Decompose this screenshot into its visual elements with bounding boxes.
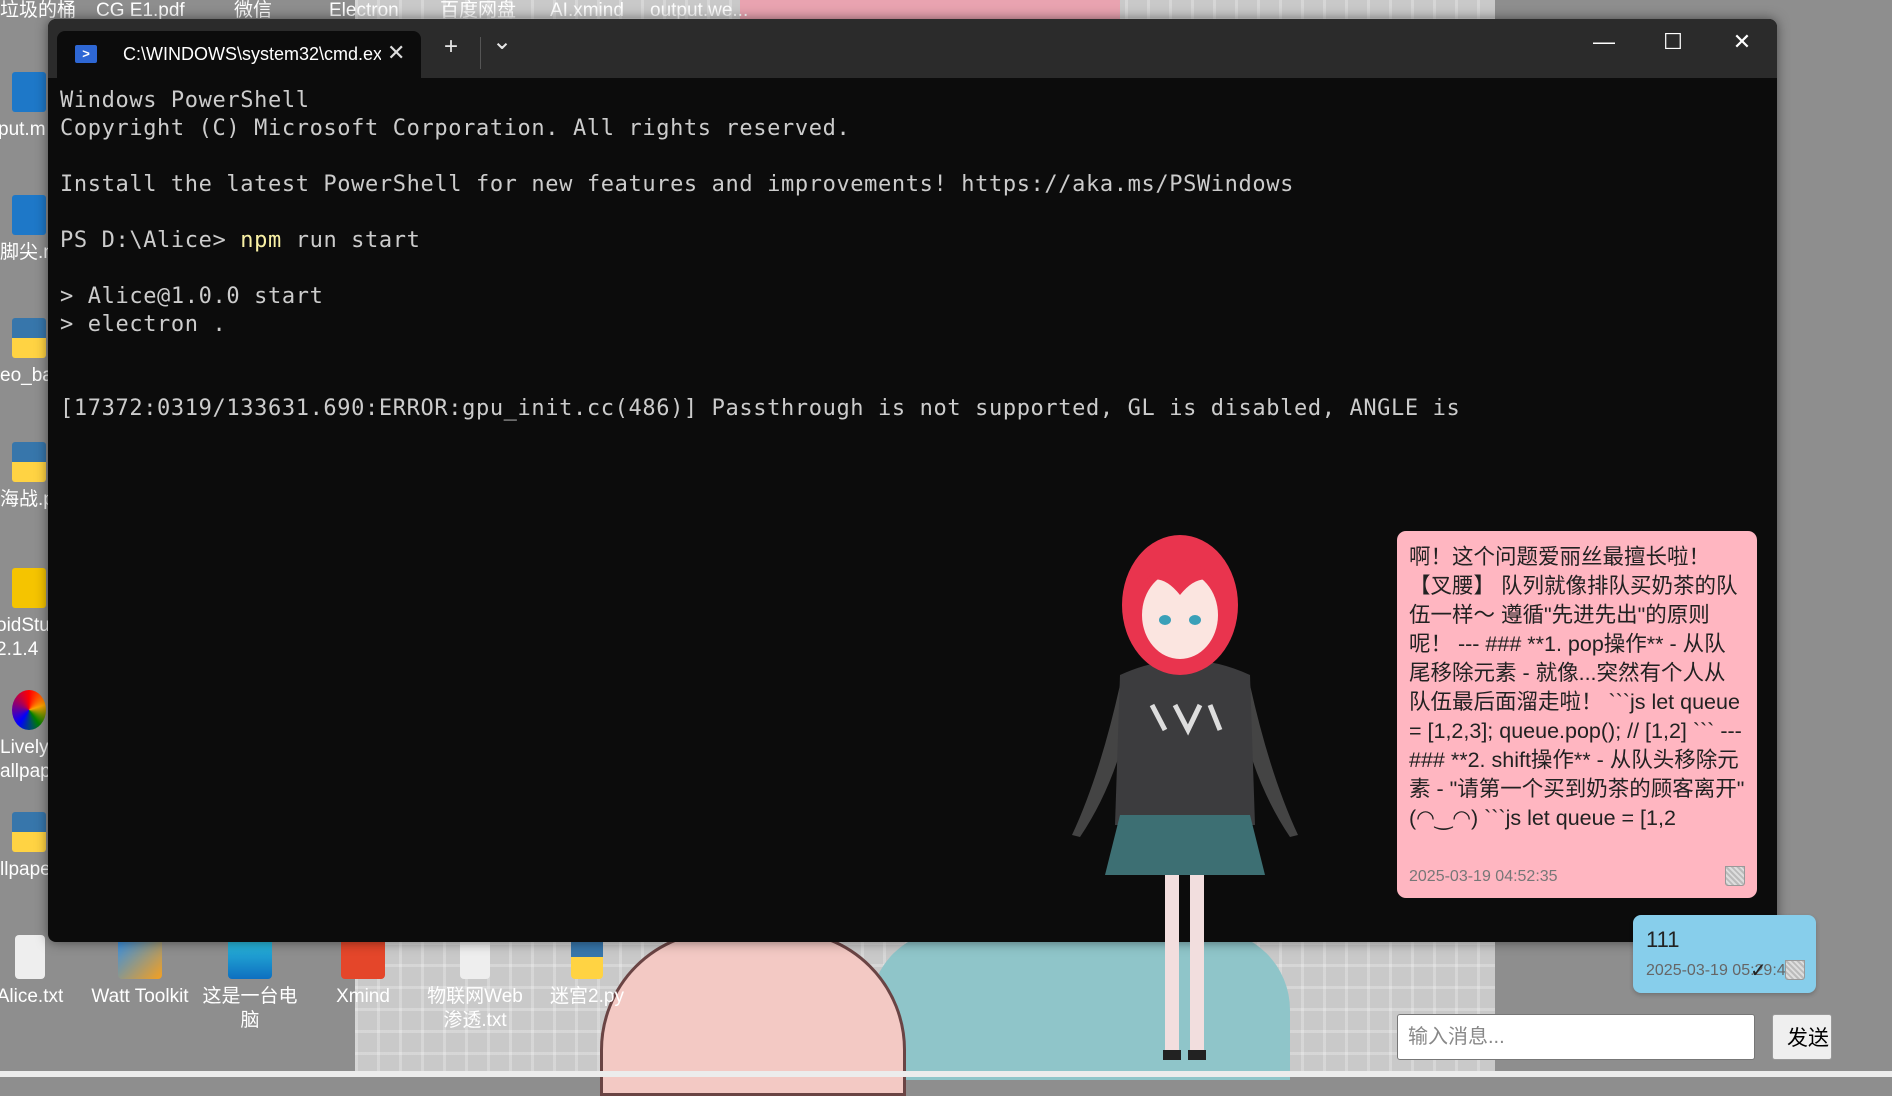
desktop-icon[interactable]: Watt Toolkit xyxy=(85,935,195,1009)
desktop-icon-label: eo_ba xyxy=(0,365,48,386)
console-output[interactable]: Windows PowerShell Copyright (C) Microso… xyxy=(60,87,1777,423)
desktop-icon[interactable]: 海战.p xyxy=(0,442,48,512)
desktop-icon[interactable]: put.m xyxy=(0,72,48,142)
console-line: > Alice@1.0.0 start xyxy=(60,284,324,309)
console-line: Copyright (C) Microsoft Corporation. All… xyxy=(60,116,851,141)
tab-title: C:\WINDOWS\system32\cmd.exe xyxy=(123,44,381,64)
maximize-button[interactable]: ☐ xyxy=(1653,29,1693,55)
desktop-icon[interactable]: 这是一台电脑 xyxy=(195,935,305,1033)
desktop-icon[interactable]: 物联网Web渗透.txt xyxy=(420,935,530,1033)
desktop-icon[interactable]: Lively allpap xyxy=(0,690,48,784)
send-button[interactable]: 发送 xyxy=(1772,1014,1832,1060)
desktop-icon-label: Watt Toolkit xyxy=(91,986,189,1007)
user-message-bubble: 111 2025-03-19 05:29:40 ✓ xyxy=(1633,915,1816,993)
title-bar[interactable]: > C:\WINDOWS\system32\cmd.exe ✕ + ⌄ — ☐ … xyxy=(48,19,1777,78)
desktop-icon-label: 海战.p xyxy=(0,489,48,510)
divider xyxy=(480,37,481,69)
desktop-icon-label: Lively allpap xyxy=(0,737,48,782)
console-line: Windows PowerShell xyxy=(60,88,310,113)
desktop-icon-label: 迷宫2.py xyxy=(550,986,624,1007)
assistant-message-bubble: 啊！这个问题爱丽丝最擅长啦！ 【叉腰】 队列就像排队买奶茶的队伍一样～ 遵循"先… xyxy=(1397,531,1757,898)
assistant-message-text: 啊！这个问题爱丽丝最擅长啦！ 【叉腰】 队列就像排队买奶茶的队伍一样～ 遵循"先… xyxy=(1409,545,1745,830)
video-file-icon xyxy=(12,72,46,112)
minimize-button[interactable]: — xyxy=(1584,29,1624,55)
taskbar-edge xyxy=(0,1071,1892,1077)
python-file-icon xyxy=(12,318,46,358)
desktop-icon[interactable]: Xmind xyxy=(308,935,418,1009)
shoe xyxy=(1163,1050,1181,1060)
prompt-line: PS D:\Alice> npm run start xyxy=(60,227,1777,255)
desktop-icon-label: 物联网Web渗透.txt xyxy=(427,986,523,1031)
message-timestamp: 2025-03-19 05:29:40 xyxy=(1646,962,1795,979)
desktop-icon-label: llpape xyxy=(0,859,48,880)
delete-trash-icon[interactable] xyxy=(1725,866,1745,886)
lively-wallpaper-icon xyxy=(12,690,46,730)
skirt xyxy=(1105,815,1265,875)
hoodie xyxy=(1115,660,1255,825)
python-file-icon xyxy=(12,812,46,852)
sent-check-icon: ✓ xyxy=(1750,960,1767,982)
shoe xyxy=(1188,1050,1206,1060)
desktop-icon[interactable]: oidStu 2.1.4 xyxy=(0,568,48,662)
message-input[interactable] xyxy=(1397,1014,1755,1060)
python-file-icon xyxy=(12,442,46,482)
powershell-icon: > xyxy=(75,45,97,63)
desktop-icon[interactable]: Alice.txt xyxy=(0,935,85,1009)
command-args: run start xyxy=(281,228,421,253)
desktop-icon-label: Xmind xyxy=(336,986,390,1007)
new-tab-button[interactable]: + xyxy=(444,33,458,61)
console-line: [17372:0319/133631.690:ERROR:gpu_init.cc… xyxy=(60,396,1461,421)
desktop-icon[interactable]: eo_ba xyxy=(0,318,48,388)
close-tab-icon[interactable]: ✕ xyxy=(387,40,405,66)
console-line: > electron . xyxy=(60,312,227,337)
eye xyxy=(1189,615,1201,625)
tab-dropdown-button[interactable]: ⌄ xyxy=(492,27,512,56)
console-line: Install the latest PowerShell for new fe… xyxy=(60,172,1294,197)
desktop-icon[interactable]: llpape xyxy=(0,812,48,882)
leg xyxy=(1190,875,1204,1055)
close-window-button[interactable]: ✕ xyxy=(1722,29,1762,55)
prompt: PS D:\Alice> xyxy=(60,228,241,253)
delete-trash-icon[interactable] xyxy=(1785,960,1805,980)
user-message-text: 111 xyxy=(1646,927,1680,952)
desktop-icon-label: 这是一台电脑 xyxy=(202,986,298,1031)
message-timestamp: 2025-03-19 04:52:35 xyxy=(1409,868,1558,885)
text-file-icon xyxy=(15,935,45,979)
desktop-icon-label: put.m xyxy=(0,119,46,140)
command: npm xyxy=(240,228,282,253)
eye xyxy=(1159,615,1171,625)
desktop-icon-label: oidStu 2.1.4 xyxy=(0,615,48,660)
leg xyxy=(1165,875,1179,1055)
desktop-icon-label: Alice.txt xyxy=(0,986,64,1007)
alice-character-model[interactable] xyxy=(1060,515,1300,1075)
desktop-icon-label: 脚尖.m xyxy=(0,242,48,263)
video-file-icon xyxy=(12,195,46,235)
tab-cmd[interactable]: > C:\WINDOWS\system32\cmd.exe ✕ xyxy=(57,31,421,78)
desktop-icon[interactable]: 迷宫2.py xyxy=(532,935,642,1009)
desktop-icon[interactable]: 脚尖.m xyxy=(0,195,48,265)
app-shortcut-icon xyxy=(12,568,46,608)
